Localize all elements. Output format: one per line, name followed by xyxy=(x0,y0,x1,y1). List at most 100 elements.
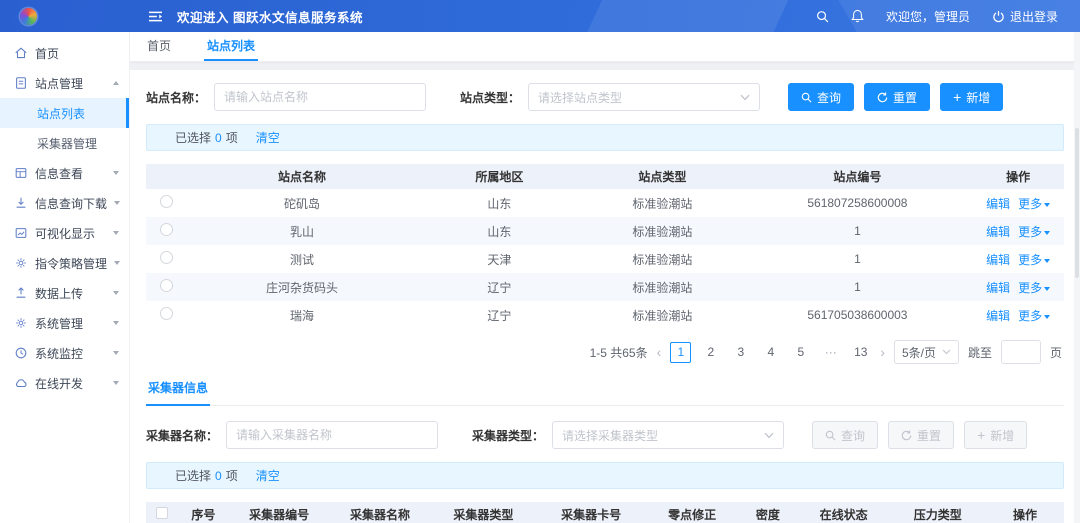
clear-selection-link[interactable]: 清空 xyxy=(256,129,280,146)
power-icon xyxy=(993,10,1004,22)
prev-page-button[interactable]: ‹ xyxy=(657,345,662,359)
sidebar-item-info-query-download[interactable]: 信息查询下载 xyxy=(0,188,129,218)
page-13[interactable]: 13 xyxy=(850,342,871,363)
page-3[interactable]: 3 xyxy=(730,342,751,363)
sidebar: 首页 站点管理 站点列表 采集器管理 信息查看 信息查询下载 可视化显示 指令策… xyxy=(0,32,130,523)
upload-icon xyxy=(14,286,28,300)
clear-selection-link[interactable]: 清空 xyxy=(256,467,280,484)
plus-icon: + xyxy=(977,427,986,443)
notifications-bell-icon[interactable] xyxy=(851,9,864,23)
station-table-header-row: 站点名称 所属地区 站点类型 站点编号 操作 xyxy=(146,164,1064,189)
station-name-input[interactable] xyxy=(214,83,427,111)
edit-link[interactable]: 编辑 xyxy=(986,225,1010,239)
chevron-down-icon xyxy=(1044,286,1051,291)
page-ellipsis[interactable]: ··· xyxy=(820,342,841,363)
page-1[interactable]: 1 xyxy=(670,341,692,363)
collector-type-label: 采集器类型： xyxy=(472,428,545,443)
edit-link[interactable]: 编辑 xyxy=(986,309,1010,323)
edit-link[interactable]: 编辑 xyxy=(986,197,1010,211)
select-all-checkbox[interactable] xyxy=(156,507,169,519)
station-selection-bar: 已选择 0 项 清空 xyxy=(146,124,1064,151)
station-reset-button[interactable]: 重置 xyxy=(864,83,931,111)
collector-name-input[interactable] xyxy=(226,421,439,449)
chevron-down-icon xyxy=(114,261,121,265)
jump-page-input[interactable] xyxy=(1000,340,1041,364)
station-search-button[interactable]: 查询 xyxy=(788,83,855,111)
more-dropdown[interactable]: 更多 xyxy=(1018,225,1051,239)
plus-icon: + xyxy=(953,89,962,105)
sidebar-item-station-management[interactable]: 站点管理 xyxy=(0,68,129,98)
collector-type-select[interactable]: 请选择采集器类型 xyxy=(552,421,785,449)
row-radio[interactable] xyxy=(160,223,174,236)
scrollbar-thumb[interactable] xyxy=(1075,128,1079,278)
collector-tabbar: 采集器信息 xyxy=(146,379,1064,406)
scrollbar[interactable] xyxy=(1074,32,1080,523)
brand-logo[interactable] xyxy=(0,7,130,25)
row-radio[interactable] xyxy=(160,279,174,292)
sidebar-item-system-management[interactable]: 系统管理 xyxy=(0,308,129,338)
refresh-icon xyxy=(877,92,888,102)
pagination: 1-5 共65条 ‹ 1 2 3 4 5 ··· 13 › 5条/页 跳至 页 xyxy=(146,340,1064,364)
row-radio[interactable] xyxy=(160,307,174,320)
collector-reset-button[interactable]: 重置 xyxy=(888,421,955,449)
row-radio[interactable] xyxy=(160,251,174,264)
search-icon xyxy=(801,92,812,102)
collector-section: 采集器信息 采集器名称： 采集器类型： 请选择采集器类型 xyxy=(146,379,1064,523)
sidebar-item-online-dev[interactable]: 在线开发 xyxy=(0,368,129,398)
chevron-up-icon xyxy=(113,81,119,85)
sidebar-item-station-list[interactable]: 站点列表 xyxy=(0,98,129,128)
logout-button[interactable]: 退出登录 xyxy=(992,8,1058,25)
sidebar-item-home[interactable]: 首页 xyxy=(0,38,129,68)
gear-icon xyxy=(14,316,28,330)
page-size-select[interactable]: 5条/页 xyxy=(893,340,959,364)
more-dropdown[interactable]: 更多 xyxy=(1018,281,1051,295)
welcome-user-text: 欢迎您，管理员 xyxy=(885,9,970,24)
search-icon[interactable] xyxy=(816,10,829,23)
sidebar-item-visualization[interactable]: 可视化显示 xyxy=(0,218,129,248)
page-2[interactable]: 2 xyxy=(700,342,721,363)
next-page-button[interactable]: › xyxy=(880,345,885,359)
edit-link[interactable]: 编辑 xyxy=(986,253,1010,267)
top-header: 欢迎进入 图跃水文信息服务系统 欢迎您，管理员 退出登录 xyxy=(0,0,1080,32)
more-dropdown[interactable]: 更多 xyxy=(1018,309,1051,323)
tab-station-list[interactable]: 站点列表 xyxy=(204,32,259,61)
chevron-down-icon xyxy=(740,94,750,100)
tab-home[interactable]: 首页 xyxy=(144,32,174,61)
sidebar-item-collector-management[interactable]: 采集器管理 xyxy=(0,128,129,158)
selected-count: 0 xyxy=(215,468,222,483)
header-actions: 欢迎您，管理员 退出登录 xyxy=(816,8,1080,25)
row-radio[interactable] xyxy=(160,195,174,208)
station-type-label: 站点类型： xyxy=(460,90,521,105)
more-dropdown[interactable]: 更多 xyxy=(1018,253,1051,267)
edit-link[interactable]: 编辑 xyxy=(986,281,1010,295)
collector-add-button[interactable]: + 新增 xyxy=(964,421,1028,449)
more-dropdown[interactable]: 更多 xyxy=(1018,197,1051,211)
table-row: 测试 天津 标准验潮站 1 编辑 更多 xyxy=(146,245,1064,273)
chevron-down-icon xyxy=(113,351,119,355)
home-icon xyxy=(14,46,28,60)
collector-search-button[interactable]: 查询 xyxy=(812,421,879,449)
chevron-down-icon xyxy=(1044,230,1051,235)
station-search-form: 站点名称： 站点类型： 请选择站点类型 查询 xyxy=(146,83,1064,111)
sidebar-item-data-upload[interactable]: 数据上传 xyxy=(0,278,129,308)
chevron-down-icon xyxy=(1044,314,1051,319)
station-type-select[interactable]: 请选择站点类型 xyxy=(528,83,761,111)
table-row: 乳山 山东 标准验潮站 1 编辑 更多 xyxy=(146,217,1064,245)
tab-collector-info[interactable]: 采集器信息 xyxy=(146,379,211,406)
collector-table: 序号 采集器编号 采集器名称 采集器类型 采集器卡号 零点修正 密度 在线状态 … xyxy=(146,502,1064,523)
page-5[interactable]: 5 xyxy=(790,342,811,363)
sidebar-item-info-view[interactable]: 信息查看 xyxy=(0,158,129,188)
station-section: 站点名称： 站点类型： 请选择站点类型 查询 xyxy=(146,83,1064,364)
chevron-down-icon xyxy=(1044,258,1051,263)
grid-icon xyxy=(14,166,28,180)
station-add-button[interactable]: + 新增 xyxy=(940,83,1004,111)
chevron-down-icon xyxy=(113,321,119,325)
page-4[interactable]: 4 xyxy=(760,342,781,363)
app-window: 欢迎进入 图跃水文信息服务系统 欢迎您，管理员 退出登录 首页 站点管理 站点列… xyxy=(0,0,1080,523)
chevron-down-icon xyxy=(113,381,119,385)
sidebar-item-command-policy[interactable]: 指令策略管理 xyxy=(0,248,129,278)
sidebar-item-system-monitor[interactable]: 系统监控 xyxy=(0,338,129,368)
sidebar-collapse-icon[interactable] xyxy=(148,10,163,23)
document-icon xyxy=(14,76,28,90)
chevron-down-icon xyxy=(113,231,119,235)
